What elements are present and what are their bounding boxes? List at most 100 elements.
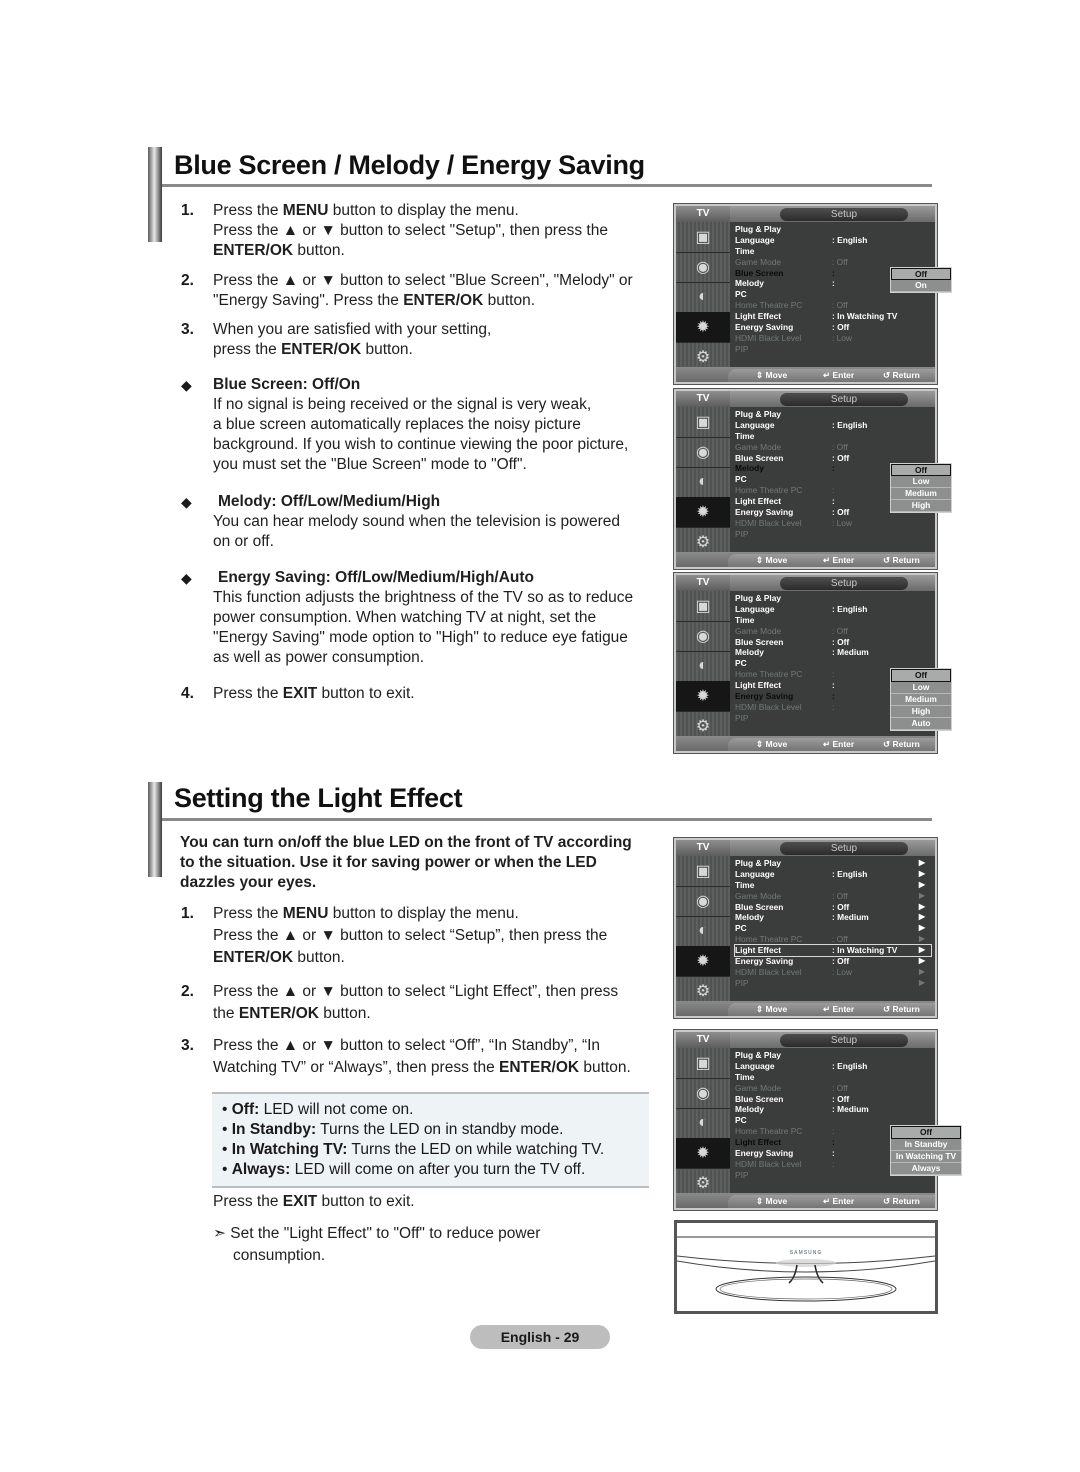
dropdown-option[interactable]: High: [891, 706, 951, 718]
dropdown-option[interactable]: Low: [891, 476, 951, 489]
sound-icon[interactable]: ◉: [676, 252, 730, 283]
picture-icon[interactable]: ▣: [676, 407, 730, 438]
picture-icon[interactable]: ▣: [676, 591, 730, 622]
menu-item[interactable]: Plug & Play ▶: [735, 858, 931, 869]
picture-icon[interactable]: ▣: [676, 222, 730, 253]
menu-item[interactable]: Game Mode: Off ▶: [735, 891, 931, 902]
menu-item[interactable]: Language: English: [735, 235, 931, 246]
dropdown-option[interactable]: Low: [891, 682, 951, 695]
menu-item[interactable]: Game Mode: Off: [735, 442, 931, 453]
channel-icon[interactable]: ◐: [676, 467, 730, 498]
menu-item[interactable]: HDMI Black Level: Low ▶: [735, 967, 931, 978]
menu-item[interactable]: Melody: Medium: [735, 1104, 931, 1115]
text-run: Press the: [213, 905, 283, 922]
dropdown-option[interactable]: High: [891, 500, 951, 513]
menu-item[interactable]: Game Mode: Off: [735, 626, 931, 637]
channel-icon[interactable]: ◐: [676, 651, 730, 682]
menu-item[interactable]: Energy Saving: Off ▶: [735, 956, 931, 967]
menu-item-label: Energy Saving: [735, 322, 794, 333]
dropdown-option[interactable]: Always: [891, 1163, 961, 1175]
picture-icon[interactable]: ▣: [676, 1048, 730, 1079]
menu-item[interactable]: Melody: Medium: [735, 647, 931, 658]
dropdown-option[interactable]: On: [891, 280, 951, 293]
dropdown-option[interactable]: Off: [891, 669, 951, 683]
menu-item[interactable]: Blue Screen: Off ▶: [735, 902, 931, 913]
dropdown-option[interactable]: In Watching TV: [891, 1151, 961, 1163]
menu-item[interactable]: Language: English: [735, 1061, 931, 1072]
menu-item[interactable]: HDMI Black Level: Low: [735, 518, 931, 529]
bold-keyword: In Watching TV:: [231, 1141, 348, 1158]
text-run: •: [222, 1121, 232, 1138]
menu-item-label: PC: [735, 474, 747, 485]
menu-item[interactable]: Time: [735, 1072, 931, 1083]
option-dropdown[interactable]: Off In Standby In Watching TV Always: [890, 1125, 962, 1176]
menu-item-value: :: [832, 691, 835, 702]
menu-item[interactable]: Energy Saving: Off: [735, 322, 931, 333]
light-effect-options-box: • Off: LED will not come on. • In Standby…: [212, 1092, 649, 1188]
sound-icon[interactable]: ◉: [676, 437, 730, 468]
menu-item-label: Home Theatre PC: [735, 300, 803, 311]
menu-item[interactable]: Blue Screen: Off: [735, 637, 931, 648]
menu-item[interactable]: PIP ▶: [735, 978, 931, 989]
text-run: Turns the LED on in standby mode.: [316, 1121, 564, 1138]
step-number: 3.: [181, 1037, 194, 1054]
option-dropdown[interactable]: Off Low Medium High Auto: [890, 668, 952, 731]
menu-item[interactable]: Light Effect: In Watching TV ▶: [734, 944, 932, 958]
menu-item[interactable]: Plug & Play: [735, 409, 931, 420]
section-title: Setting the Light Effect: [174, 783, 463, 813]
sound-icon[interactable]: ◉: [676, 1078, 730, 1109]
enter-hint: ↵ Enter: [823, 555, 855, 565]
option-dropdown[interactable]: Off On: [890, 266, 952, 294]
bold-keyword: ENTER/OK: [213, 242, 294, 259]
menu-item[interactable]: Time: [735, 615, 931, 626]
option-dropdown[interactable]: Off Low Medium High: [890, 462, 952, 514]
channel-icon[interactable]: ◐: [676, 282, 730, 313]
dropdown-option[interactable]: Auto: [891, 718, 951, 730]
setup-icon[interactable]: ✹: [676, 946, 730, 977]
dropdown-option[interactable]: Off: [891, 463, 951, 477]
step-text: Press the ▲ or ▼ button to select "Setup…: [213, 221, 608, 241]
menu-item[interactable]: Home Theatre PC: Off: [735, 300, 931, 311]
dropdown-option[interactable]: Medium: [891, 488, 951, 501]
menu-item[interactable]: Light Effect: In Watching TV: [735, 311, 931, 322]
dropdown-option[interactable]: Off: [891, 267, 951, 281]
menu-item[interactable]: Plug & Play: [735, 593, 931, 604]
setup-icon[interactable]: ✹: [676, 1138, 730, 1169]
menu-item[interactable]: Time: [735, 246, 931, 257]
menu-item[interactable]: Time ▶: [735, 880, 931, 891]
menu-item[interactable]: Language: English ▶: [735, 869, 931, 880]
step-number: 1.: [181, 202, 194, 219]
sound-icon[interactable]: ◉: [676, 886, 730, 917]
option-item: • In Watching TV: Turns the LED on while…: [222, 1140, 604, 1160]
setup-icon[interactable]: ✹: [676, 497, 730, 528]
menu-item[interactable]: Blue Screen: Off: [735, 1094, 931, 1105]
enter-hint: ↵ Enter: [823, 1004, 855, 1014]
menu-item[interactable]: Plug & Play: [735, 1050, 931, 1061]
menu-item[interactable]: Language: English: [735, 604, 931, 615]
menu-item[interactable]: Language: English: [735, 420, 931, 431]
setup-icon[interactable]: ✹: [676, 681, 730, 712]
menu-item[interactable]: Melody: Medium ▶: [735, 912, 931, 923]
menu-footer-hints: ⇕ Move ↵ Enter ↺ Return: [728, 1003, 935, 1016]
menu-item-label: Light Effect: [735, 496, 782, 507]
menu-item[interactable]: Home Theatre PC: Off ▶: [735, 934, 931, 945]
submenu-arrow-icon: ▶: [918, 966, 925, 976]
channel-icon[interactable]: ◐: [676, 916, 730, 947]
menu-item-label: Melody: [735, 647, 764, 658]
menu-item[interactable]: HDMI Black Level: Low: [735, 333, 931, 344]
menu-item[interactable]: PIP: [735, 344, 931, 355]
dropdown-option[interactable]: In Standby: [891, 1139, 961, 1152]
menu-item[interactable]: Game Mode: Off: [735, 1083, 931, 1094]
sound-icon[interactable]: ◉: [676, 621, 730, 652]
setup-icon[interactable]: ✹: [676, 312, 730, 343]
menu-item[interactable]: Time: [735, 431, 931, 442]
dropdown-option[interactable]: Medium: [891, 694, 951, 706]
menu-item[interactable]: Plug & Play: [735, 224, 931, 235]
picture-icon[interactable]: ▣: [676, 856, 730, 887]
menu-item[interactable]: PIP: [735, 529, 931, 540]
text-run: the: [213, 1005, 239, 1022]
menu-item[interactable]: PC ▶: [735, 923, 931, 934]
menu-item-value: : Off: [832, 1082, 848, 1093]
dropdown-option[interactable]: Off: [891, 1126, 961, 1140]
channel-icon[interactable]: ◐: [676, 1108, 730, 1139]
